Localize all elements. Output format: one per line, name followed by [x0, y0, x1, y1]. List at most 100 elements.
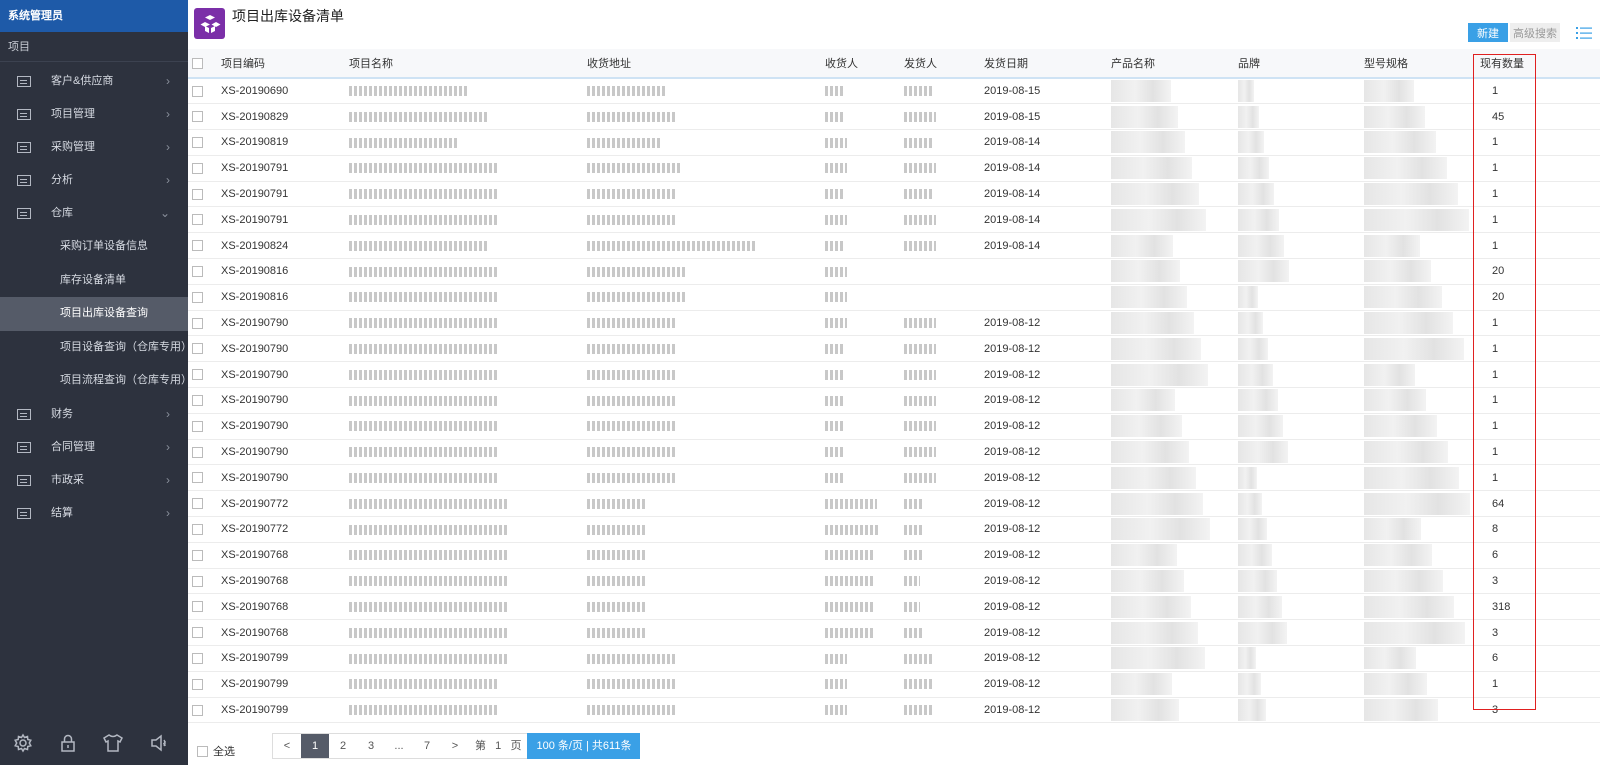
row-checkbox-cell[interactable] — [188, 491, 217, 517]
speaker-icon[interactable]: ‹ — [135, 721, 180, 765]
row-checkbox-cell[interactable] — [188, 439, 217, 465]
row-checkbox-cell[interactable] — [188, 671, 217, 697]
table-row[interactable]: XS-20190790 2019-08-12 1 — [188, 310, 1600, 336]
table-row[interactable]: XS-20190799 2019-08-12 3 — [188, 697, 1600, 723]
sidebar-item-municipal-procurement[interactable]: 市政采 › — [0, 464, 188, 497]
sidebar-item-finance[interactable]: 财务 › — [0, 398, 188, 431]
table-row[interactable]: XS-20190791 2019-08-14 1 — [188, 155, 1600, 182]
table-row[interactable]: XS-20190772 2019-08-12 8 — [188, 517, 1600, 543]
col-header-ship-date[interactable]: 发货日期 — [980, 49, 1107, 78]
col-header-address[interactable]: 收货地址 — [583, 49, 821, 78]
row-checkbox[interactable] — [192, 395, 203, 407]
row-checkbox-cell[interactable] — [188, 155, 217, 181]
col-header-project-code[interactable]: 项目编码 — [217, 49, 345, 78]
table-row[interactable]: XS-20190816 20 — [188, 284, 1600, 311]
table-row[interactable]: XS-20190799 2019-08-12 6 — [188, 646, 1600, 672]
row-checkbox[interactable] — [192, 678, 203, 690]
col-header-project-name[interactable]: 项目名称 — [345, 49, 583, 78]
page-button[interactable]: 7 — [413, 734, 441, 758]
row-checkbox-cell[interactable] — [188, 413, 217, 439]
prev-page-button[interactable]: < — [273, 734, 301, 758]
row-checkbox[interactable] — [192, 549, 203, 561]
lock-icon[interactable] — [45, 721, 90, 765]
row-checkbox[interactable] — [192, 704, 203, 716]
row-checkbox[interactable] — [192, 498, 203, 510]
table-row[interactable]: XS-20190799 2019-08-12 1 — [188, 671, 1600, 698]
row-checkbox[interactable] — [192, 575, 203, 587]
select-all[interactable]: 全选 — [197, 743, 235, 759]
row-checkbox-cell[interactable] — [188, 233, 217, 259]
page-button[interactable]: 1 — [301, 734, 329, 758]
row-checkbox[interactable] — [192, 85, 203, 97]
col-header-quantity[interactable]: 现有数量 — [1476, 49, 1600, 78]
page-size-summary[interactable]: 100 条/页 | 共611条 — [527, 733, 641, 759]
new-button[interactable]: 新建 — [1468, 23, 1508, 42]
sidebar-subitem-inventory-list[interactable]: 库存设备清单 — [0, 264, 188, 298]
row-checkbox[interactable] — [192, 653, 203, 665]
col-header-model[interactable]: 型号规格 — [1360, 49, 1476, 78]
row-checkbox-cell[interactable] — [188, 646, 217, 672]
row-checkbox-cell[interactable] — [188, 568, 217, 594]
row-checkbox-cell[interactable] — [188, 542, 217, 568]
select-all-checkbox[interactable] — [192, 57, 203, 69]
table-row[interactable]: XS-20190791 2019-08-14 1 — [188, 181, 1600, 207]
sidebar-subitem-po-equipment[interactable]: 采购订单设备信息 — [0, 230, 188, 264]
list-view-icon[interactable] — [1576, 27, 1592, 39]
row-checkbox[interactable] — [192, 627, 203, 639]
col-header-receiver[interactable]: 收货人 — [821, 49, 900, 78]
table-row[interactable]: XS-20190824 2019-08-14 1 — [188, 233, 1600, 259]
row-checkbox-cell[interactable] — [188, 259, 217, 285]
sidebar-item-warehouse[interactable]: 仓库 ⌄ — [0, 197, 188, 230]
collapse-sidebar-icon[interactable]: ‹ — [163, 736, 167, 750]
sidebar-item-settlement[interactable]: 结算 › — [0, 497, 188, 530]
row-checkbox[interactable] — [192, 240, 203, 252]
page-button[interactable]: 2 — [329, 734, 357, 758]
table-row[interactable]: XS-20190829 2019-08-15 45 — [188, 104, 1600, 130]
row-checkbox[interactable] — [192, 472, 203, 484]
row-checkbox[interactable] — [192, 317, 203, 329]
row-checkbox-cell[interactable] — [188, 517, 217, 543]
row-checkbox[interactable] — [192, 343, 203, 355]
row-checkbox-cell[interactable] — [188, 78, 217, 104]
row-checkbox-cell[interactable] — [188, 104, 217, 130]
row-checkbox[interactable] — [192, 214, 203, 226]
goto-page[interactable]: 第 1 页 — [469, 734, 527, 758]
col-header-product-name[interactable]: 产品名称 — [1107, 49, 1234, 78]
row-checkbox[interactable] — [192, 601, 203, 613]
row-checkbox-cell[interactable] — [188, 388, 217, 414]
table-row[interactable]: XS-20190790 2019-08-12 1 — [188, 388, 1600, 414]
page-button[interactable]: 3 — [357, 734, 385, 758]
row-checkbox[interactable] — [192, 524, 203, 536]
row-checkbox[interactable] — [192, 137, 203, 149]
row-checkbox-cell[interactable] — [188, 465, 217, 491]
sidebar-subitem-project-equipment-query[interactable]: 项目设备查询（仓库专用） — [0, 331, 192, 365]
table-row[interactable]: XS-20190816 20 — [188, 259, 1600, 285]
table-row[interactable]: XS-20190790 2019-08-12 1 — [188, 439, 1600, 465]
shirt-theme-icon[interactable] — [90, 721, 135, 765]
col-header-sender[interactable]: 发货人 — [900, 49, 980, 78]
sidebar-subitem-project-flow-query[interactable]: 项目流程查询（仓库专用） — [0, 364, 192, 398]
row-checkbox[interactable] — [192, 111, 203, 123]
row-checkbox-cell[interactable] — [188, 284, 217, 310]
table-row[interactable]: XS-20190791 2019-08-14 1 — [188, 207, 1600, 233]
table-row[interactable]: XS-20190790 2019-08-12 1 — [188, 336, 1600, 362]
select-all-footer-checkbox[interactable] — [197, 745, 208, 757]
row-checkbox[interactable] — [192, 188, 203, 200]
row-checkbox-cell[interactable] — [188, 130, 217, 156]
goto-page-input[interactable]: 1 — [495, 740, 501, 752]
sidebar-section-title[interactable]: 项目 — [0, 32, 188, 62]
sidebar-item-contracts[interactable]: 合同管理 › — [0, 431, 188, 464]
table-row[interactable]: XS-20190772 2019-08-12 64 — [188, 491, 1600, 517]
sidebar-item-purchasing[interactable]: 采购管理 › — [0, 131, 188, 164]
table-row[interactable]: XS-20190790 2019-08-12 1 — [188, 413, 1600, 440]
row-checkbox[interactable] — [192, 291, 203, 303]
row-checkbox[interactable] — [192, 369, 203, 381]
row-checkbox[interactable] — [192, 162, 203, 174]
row-checkbox[interactable] — [192, 266, 203, 278]
row-checkbox-cell[interactable] — [188, 310, 217, 336]
next-page-button[interactable]: > — [441, 734, 469, 758]
row-checkbox-cell[interactable] — [188, 207, 217, 233]
col-header-brand[interactable]: 品牌 — [1234, 49, 1360, 78]
settings-gear-icon[interactable] — [0, 721, 45, 765]
current-user[interactable]: 系统管理员 — [0, 0, 188, 32]
